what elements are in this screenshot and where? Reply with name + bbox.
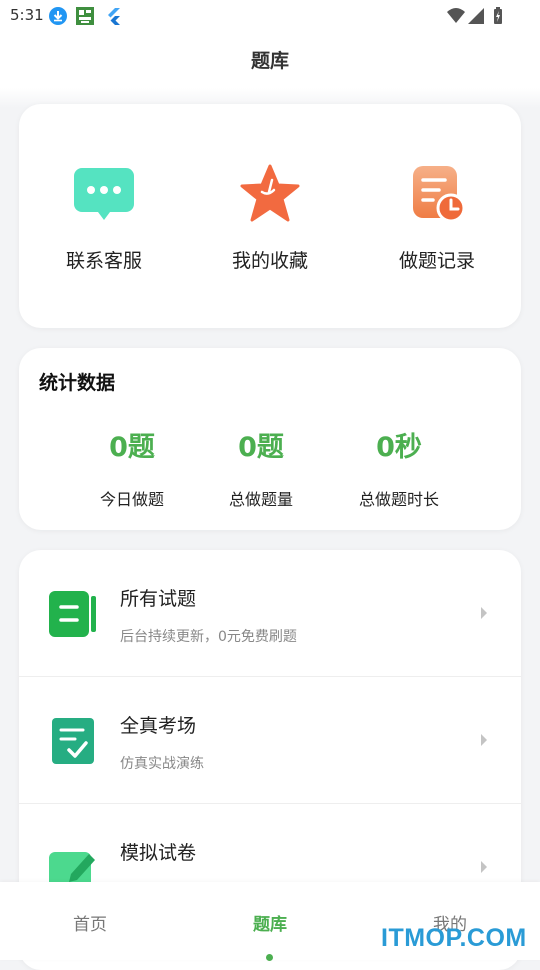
chevron-right-icon [481,861,487,873]
tab-home[interactable]: 首页 [30,910,150,935]
quick-actions-card: 联系客服 我的收藏 做题记录 [19,104,521,328]
list-item-subtitle: 仿真实战演练 [120,756,204,772]
statistics-card: 统计数据 0题 今日做题 0题 总做题量 0秒 总做题时长 [19,348,521,530]
my-favorites-button[interactable]: 我的收藏 [185,156,355,276]
practice-record-label: 做题记录 [398,250,475,272]
flutter-icon [108,8,120,25]
exam-checklist-icon [52,718,94,764]
list-item-real-exam[interactable]: 全真考场 仿真实战演练 [19,677,521,803]
qr-app-icon [76,7,94,25]
list-item-all-questions[interactable]: 所有试题 后台持续更新，0元免费刷题 [19,550,521,676]
stat-duration-caption: 总做题时长 [358,490,439,509]
contact-service-label: 联系客服 [65,250,142,272]
list-item-title: 所有试题 [120,588,197,610]
question-bank-icon [49,591,96,637]
header: 题库 [0,32,540,88]
download-icon [49,7,67,25]
statistics-title: 统计数据 [39,372,116,394]
star-icon [240,164,300,222]
battery-icon [494,7,502,24]
page-title: 题库 [250,50,289,72]
status-bar: 5:31 [0,0,540,32]
chevron-right-icon [481,607,487,619]
chat-bubble-icon [74,168,134,220]
my-favorites-label: 我的收藏 [231,250,308,272]
stat-total-caption: 总做题量 [228,490,293,509]
stat-duration-value: 0秒 [376,432,422,463]
tab-question-bank[interactable]: 题库 [210,910,330,935]
record-clock-icon [413,166,466,223]
stat-total: 0题 总做题量 [181,428,341,510]
list-item-subtitle: 后台持续更新，0元免费刷题 [120,629,297,645]
list-item-title: 模拟试卷 [120,842,197,864]
stat-total-value: 0题 [238,432,284,463]
signal-icon [468,8,484,24]
watermark: ITMOP.COM [381,924,527,952]
practice-record-button[interactable]: 做题记录 [352,156,522,276]
stat-duration: 0秒 总做题时长 [319,428,479,510]
wifi-icon [447,8,465,23]
status-time: 5:31 [10,6,44,24]
chevron-right-icon [481,734,487,746]
contact-service-button[interactable]: 联系客服 [19,156,189,276]
list-item-title: 全真考场 [120,715,197,737]
